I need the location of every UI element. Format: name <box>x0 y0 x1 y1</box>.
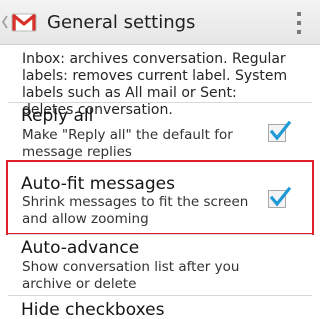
reply-all-title: Reply all <box>21 106 94 126</box>
caret-left-icon <box>2 15 8 29</box>
auto-fit-title: Auto-fit messages <box>21 174 175 194</box>
hide-checkboxes-title: Hide checkboxes <box>21 300 165 319</box>
checkmark-icon <box>269 120 291 141</box>
up-navigation-button[interactable] <box>0 0 37 45</box>
auto-advance-summary: Show conversation list after you archive… <box>22 259 240 292</box>
gmail-icon <box>11 13 37 32</box>
action-bar: General settings <box>0 0 320 45</box>
reply-all-summary: Make "Reply all" the default for message… <box>22 127 233 160</box>
auto-advance-title: Auto-advance <box>21 238 140 258</box>
checkmark-icon <box>269 186 291 207</box>
overflow-menu-icon[interactable] <box>294 12 304 34</box>
auto-fit-summary: Shrink messages to fit the screen and al… <box>22 194 249 227</box>
gmail-general-settings-screen: General settings Inbox: archives convers… <box>0 0 320 319</box>
page-title: General settings <box>47 11 196 33</box>
auto-fit-checkbox[interactable] <box>268 186 291 208</box>
reply-all-checkbox[interactable] <box>268 120 291 142</box>
